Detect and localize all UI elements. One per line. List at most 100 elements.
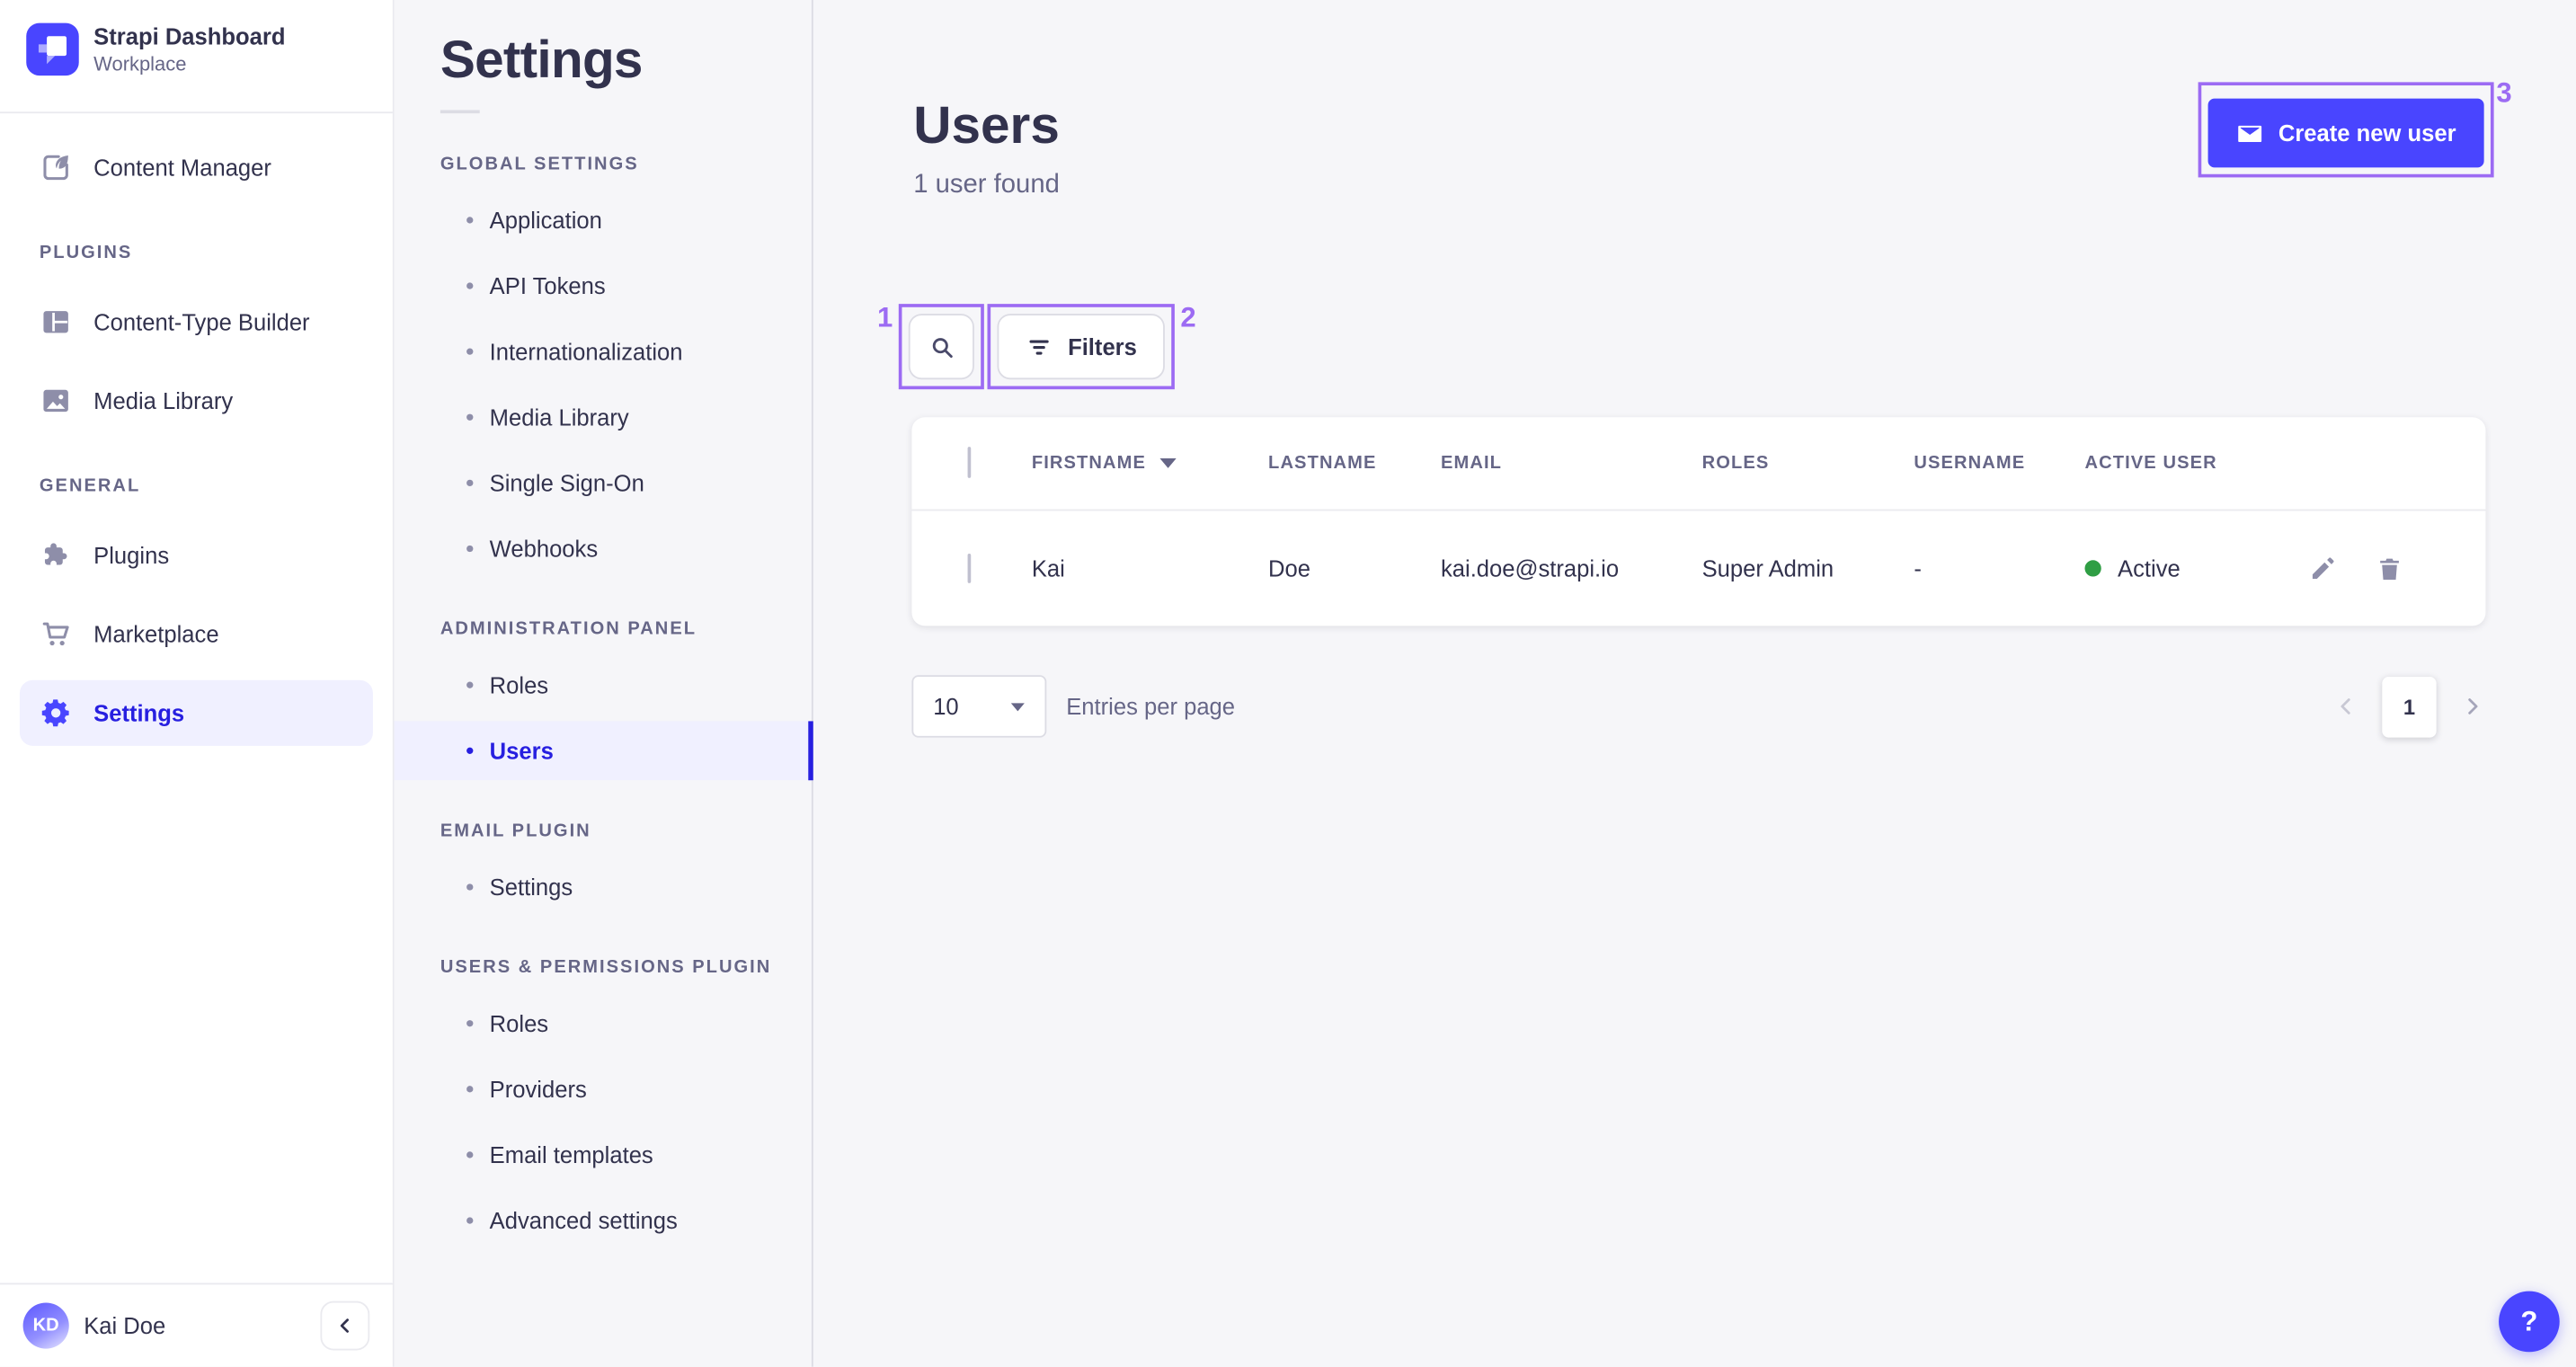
previous-page-icon[interactable] — [2334, 695, 2358, 718]
page-header: Users 1 user found Create new user 3 — [813, 0, 2576, 200]
annotation-number-3: 3 — [2496, 76, 2512, 109]
sidebar-section-general: GENERAL — [39, 476, 141, 496]
pager: 1 — [2334, 676, 2483, 737]
subnav-item-email-settings[interactable]: Settings — [395, 857, 812, 917]
annotation-number-1: 1 — [877, 302, 893, 334]
subnav-item-admin-users[interactable]: Users — [394, 721, 813, 781]
sidebar-item-settings[interactable]: Settings — [19, 679, 373, 746]
subnav-section-administration-panel: ADMINISTRATION PANEL Roles Users — [394, 619, 813, 781]
sidebar-item-label: Marketplace — [93, 620, 219, 648]
user-avatar[interactable]: KD — [22, 1302, 69, 1349]
subnav-item-application[interactable]: Application — [395, 191, 812, 250]
delete-icon[interactable] — [2376, 555, 2403, 582]
marketplace-icon — [40, 617, 73, 651]
subnav-title: Settings — [440, 29, 644, 89]
plugins-icon — [40, 539, 73, 573]
subnav-item-label: Settings — [489, 874, 573, 901]
row-actions — [2276, 555, 2486, 582]
status-label: Active — [2118, 555, 2181, 582]
annotation-wrap-2: Filters 2 — [987, 304, 1196, 390]
subnav-item-admin-roles[interactable]: Roles — [395, 655, 812, 715]
brand-subtitle: Workplace — [93, 52, 187, 75]
table-row[interactable]: Kai Doe kai.doe@strapi.io Super Admin - … — [911, 509, 2486, 626]
sort-desc-caret-icon[interactable] — [1159, 457, 1176, 468]
column-header-roles[interactable]: ROLES — [1702, 453, 1914, 473]
settings-gear-icon — [40, 697, 73, 730]
filters-label: Filters — [1068, 333, 1137, 360]
subnav-item-up-roles[interactable]: Roles — [395, 994, 812, 1053]
sidebar-item-label: Content-Type Builder — [93, 308, 310, 335]
sidebar-nav: Content Manager PLUGINS Content-Type Bui… — [0, 113, 393, 759]
main-sidebar: Strapi Dashboard Workplace Content Manag… — [0, 0, 395, 1367]
sidebar-item-content-type-builder[interactable]: Content-Type Builder — [20, 289, 373, 355]
sidebar-item-label: Content Manager — [93, 154, 271, 182]
pagination-bar: 10 Entries per page 1 — [911, 675, 2483, 738]
subnav-section-users-permissions: USERS & PERMISSIONS PLUGIN Roles Provide… — [395, 958, 812, 1250]
filters-button[interactable]: Filters — [997, 314, 1165, 380]
sidebar-footer: KD Kai Doe — [0, 1283, 393, 1367]
subnav-item-label: API Tokens — [489, 272, 606, 299]
search-icon — [928, 333, 955, 360]
entries-per-page-label: Entries per page — [1066, 693, 1236, 720]
subnav-item-label: Advanced settings — [489, 1207, 678, 1234]
content-type-builder-icon — [40, 306, 73, 339]
bullet-icon — [466, 1020, 474, 1027]
select-all-checkbox[interactable] — [967, 447, 972, 478]
cell-username: - — [1914, 555, 1922, 582]
edit-icon[interactable] — [2308, 555, 2336, 582]
subnav-section-global-settings: GLOBAL SETTINGS Application API Tokens I… — [395, 155, 812, 579]
subnav-item-advanced-settings[interactable]: Advanced settings — [395, 1191, 812, 1250]
bullet-icon — [466, 479, 474, 487]
annotation-number-2: 2 — [1180, 302, 1196, 334]
subnav-item-label: Single Sign-On — [489, 469, 644, 496]
subnav-item-label: Roles — [489, 671, 549, 698]
subnav-title-divider — [440, 110, 480, 114]
subnav-item-webhooks[interactable]: Webhooks — [395, 519, 812, 579]
subnav-item-providers[interactable]: Providers — [395, 1060, 812, 1119]
subnav-section-label: GLOBAL SETTINGS — [440, 154, 639, 174]
workspace-brand[interactable]: Strapi Dashboard Workplace — [0, 0, 393, 95]
column-header-username[interactable]: USERNAME — [1914, 453, 2084, 473]
content-manager-icon — [40, 151, 73, 184]
strapi-admin-app: Strapi Dashboard Workplace Content Manag… — [0, 0, 2576, 1367]
list-toolbar: 1 Filters 2 — [813, 304, 2576, 390]
column-header-label: ACTIVE USER — [2084, 453, 2217, 474]
filter-icon — [1026, 333, 1053, 360]
cell-active-user: Active — [2084, 555, 2275, 581]
next-page-icon[interactable] — [2461, 695, 2484, 718]
sidebar-item-marketplace[interactable]: Marketplace — [20, 601, 373, 667]
search-button[interactable] — [908, 314, 974, 380]
subnav-item-label: Users — [489, 737, 554, 764]
page-subtitle: 1 user found — [913, 171, 1060, 200]
active-status-dot — [2084, 560, 2101, 577]
column-header-email[interactable]: EMAIL — [1441, 453, 1702, 473]
column-header-label: USERNAME — [1914, 453, 2026, 474]
column-header-firstname[interactable]: FIRSTNAME — [1032, 453, 1268, 473]
annotation-wrap-1: 1 — [877, 304, 984, 390]
subnav-item-email-templates[interactable]: Email templates — [395, 1125, 812, 1185]
subnav-section-label: USERS & PERMISSIONS PLUGIN — [440, 957, 772, 978]
sidebar-item-media-library[interactable]: Media Library — [20, 368, 373, 433]
help-button[interactable]: ? — [2499, 1291, 2560, 1353]
subnav-item-label: Roles — [489, 1010, 549, 1037]
column-header-label: LASTNAME — [1268, 453, 1377, 474]
sidebar-item-plugins[interactable]: Plugins — [20, 522, 373, 588]
page-size-select[interactable]: 10 — [911, 675, 1047, 738]
collapse-sidebar-button[interactable] — [320, 1300, 370, 1351]
create-new-user-button[interactable]: Create new user — [2207, 98, 2484, 168]
column-header-label: FIRSTNAME — [1031, 453, 1147, 474]
subnav-item-media-library[interactable]: Media Library — [395, 387, 812, 447]
subnav-item-internationalization[interactable]: Internationalization — [395, 322, 812, 381]
subnav-item-api-tokens[interactable]: API Tokens — [395, 256, 812, 315]
column-header-lastname[interactable]: LASTNAME — [1268, 453, 1441, 473]
subnav-item-single-sign-on[interactable]: Single Sign-On — [395, 453, 812, 512]
column-header-active-user[interactable]: ACTIVE USER — [2084, 453, 2275, 473]
row-checkbox[interactable] — [967, 553, 972, 583]
brand-text: Strapi Dashboard Workplace — [93, 23, 285, 75]
user-name[interactable]: Kai Doe — [84, 1312, 165, 1338]
strapi-logo-icon — [26, 22, 79, 76]
page-title: Users — [913, 95, 1060, 155]
cell-firstname: Kai — [1031, 555, 1065, 582]
page-number-button[interactable]: 1 — [2382, 676, 2437, 737]
sidebar-item-content-manager[interactable]: Content Manager — [20, 135, 373, 200]
